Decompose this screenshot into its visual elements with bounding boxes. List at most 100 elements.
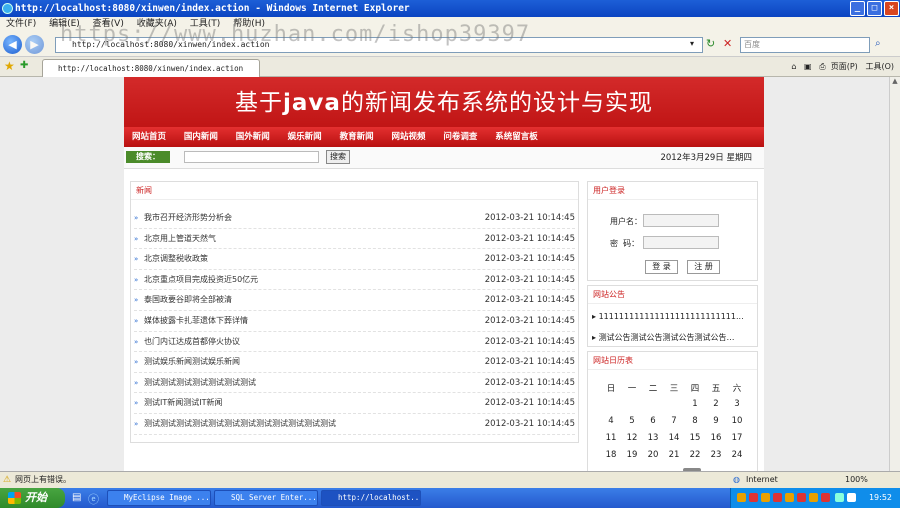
task-sqlserver[interactable]: SQL Server Enter...	[214, 490, 318, 506]
news-row[interactable]: » 我市召开经济形势分析会 2012-03-21 10:14:45	[134, 208, 575, 229]
news-title[interactable]: 北京调整税收政策	[144, 249, 208, 269]
calendar-day[interactable]: 6	[642, 416, 664, 426]
nav-video[interactable]: 网站视频	[391, 127, 425, 147]
calendar-day[interactable]: 23	[705, 450, 727, 460]
calendar-day[interactable]: 7	[663, 416, 685, 426]
menu-help[interactable]: 帮助(H)	[233, 19, 265, 29]
tools-menu[interactable]: 工具(O)	[865, 62, 894, 71]
minimize-button[interactable]: _	[850, 1, 865, 16]
nav-foreign[interactable]: 国外新闻	[236, 127, 270, 147]
site-search-button[interactable]: 搜索	[326, 150, 350, 164]
news-title[interactable]: 测试测试测试测试测试测试测试测试测试测试测试测试	[144, 414, 336, 434]
news-title[interactable]: 也门内讧达成首都停火协议	[144, 332, 240, 352]
calendar-day[interactable]: 22	[684, 450, 706, 460]
login-button[interactable]: 登 录	[645, 260, 678, 274]
tray-icon[interactable]	[785, 493, 794, 502]
news-title[interactable]: 测试娱乐新闻测试娱乐新闻	[144, 352, 240, 372]
home-icon[interactable]: ⌂	[791, 62, 796, 71]
calendar-day[interactable]: 13	[642, 433, 664, 443]
task-myeclipse[interactable]: MyEclipse Image ...	[107, 490, 211, 506]
calendar-day[interactable]: 16	[705, 433, 727, 443]
menu-edit[interactable]: 编辑(E)	[49, 19, 80, 29]
news-title[interactable]: 我市召开经济形势分析会	[144, 208, 232, 228]
favorites-star-icon[interactable]: ★	[4, 59, 15, 73]
news-title[interactable]: 媒体披露卡扎菲遗体下葬详情	[144, 311, 248, 331]
news-title[interactable]: 北京用上管道天然气	[144, 229, 216, 249]
status-text[interactable]: 网页上有错误。	[15, 472, 71, 488]
back-icon[interactable]: ◀	[3, 35, 22, 54]
notice-item[interactable]: ▸ 测试公告测试公告测试公告测试公告…	[592, 332, 752, 343]
quicklaunch-desktop-icon[interactable]: ▤	[72, 492, 81, 503]
calendar-day[interactable]: 24	[726, 450, 748, 460]
stop-icon[interactable]: ✕	[723, 37, 732, 50]
page-menu[interactable]: 页面(P)	[831, 62, 858, 71]
calendar-day[interactable]: 3	[726, 399, 748, 409]
calendar-day[interactable]: 21	[663, 450, 685, 460]
tray-icon[interactable]	[821, 493, 830, 502]
tray-icon[interactable]	[761, 493, 770, 502]
task-ie[interactable]: http://localhost...	[321, 490, 421, 506]
news-title[interactable]: 测试测试测试测试测试测试测试	[144, 373, 256, 393]
news-row[interactable]: » 也门内讧达成首都停火协议 2012-03-21 10:14:45	[134, 332, 575, 353]
maximize-button[interactable]: □	[867, 1, 882, 16]
tray-icon[interactable]	[809, 493, 818, 502]
feeds-icon[interactable]: ▣	[804, 62, 812, 71]
news-row[interactable]: » 北京重点项目完成投资近50亿元 2012-03-21 10:14:45	[134, 270, 575, 291]
news-row[interactable]: » 泰国政要谷即将全部被清 2012-03-21 10:14:45	[134, 290, 575, 311]
news-row[interactable]: » 测试测试测试测试测试测试测试 2012-03-21 10:14:45	[134, 373, 575, 394]
tray-icon[interactable]	[737, 493, 746, 502]
news-row[interactable]: » 测试IT新闻测试IT新闻 2012-03-21 10:14:45	[134, 393, 575, 414]
volume-icon[interactable]	[847, 493, 856, 502]
add-favorite-icon[interactable]: ✚	[20, 60, 28, 71]
network-icon[interactable]	[835, 493, 844, 502]
nav-survey[interactable]: 问卷调查	[443, 127, 477, 147]
calendar-day[interactable]: 11	[600, 433, 622, 443]
news-row[interactable]: » 北京用上管道天然气 2012-03-21 10:14:45	[134, 229, 575, 250]
news-row[interactable]: » 媒体披露卡扎菲遗体下葬详情 2012-03-21 10:14:45	[134, 311, 575, 332]
dropdown-icon[interactable]: ▾	[690, 39, 694, 48]
nav-education[interactable]: 教育新闻	[340, 127, 374, 147]
zoom-level[interactable]: 100%	[845, 472, 868, 488]
calendar-day[interactable]: 4	[600, 416, 622, 426]
register-button[interactable]: 注 册	[687, 260, 720, 274]
refresh-icon[interactable]: ↻	[706, 37, 715, 50]
calendar-day[interactable]: 17	[726, 433, 748, 443]
site-search-input[interactable]	[184, 151, 319, 163]
calendar-day[interactable]: 2	[705, 399, 727, 409]
password-field[interactable]	[643, 236, 719, 249]
news-row[interactable]: » 测试娱乐新闻测试娱乐新闻 2012-03-21 10:14:45	[134, 352, 575, 373]
calendar-day[interactable]: 10	[726, 416, 748, 426]
menu-file[interactable]: 文件(F)	[6, 19, 36, 29]
username-field[interactable]	[643, 214, 719, 227]
calendar-day[interactable]: 5	[621, 416, 643, 426]
calendar-day[interactable]: 20	[642, 450, 664, 460]
news-title[interactable]: 泰国政要谷即将全部被清	[144, 290, 232, 310]
menu-favorites[interactable]: 收藏夹(A)	[137, 19, 177, 29]
calendar-day[interactable]: 19	[621, 450, 643, 460]
search-input[interactable]: 百度	[740, 37, 870, 53]
calendar-day[interactable]: 1	[684, 399, 706, 409]
search-icon[interactable]: ⌕	[875, 38, 881, 49]
forward-icon[interactable]: ▶	[25, 35, 44, 54]
calendar-day[interactable]: 8	[684, 416, 706, 426]
nav-guestbook[interactable]: 系统留言板	[495, 127, 538, 147]
quicklaunch-ie-icon[interactable]: ⓔ	[88, 491, 99, 507]
tray-icon[interactable]	[749, 493, 758, 502]
news-title[interactable]: 北京重点项目完成投资近50亿元	[144, 270, 258, 290]
news-title[interactable]: 测试IT新闻测试IT新闻	[144, 393, 223, 413]
notice-item[interactable]: ▸ 111111111111111111111111111...	[592, 312, 752, 321]
calendar-day[interactable]: 12	[621, 433, 643, 443]
tray-icon[interactable]	[773, 493, 782, 502]
news-row[interactable]: » 北京调整税收政策 2012-03-21 10:14:45	[134, 249, 575, 270]
tab-current[interactable]: http://localhost:8080/xinwen/index.actio…	[42, 59, 260, 77]
menu-view[interactable]: 查看(V)	[93, 19, 124, 29]
calendar-day[interactable]: 9	[705, 416, 727, 426]
menu-tools[interactable]: 工具(T)	[190, 19, 221, 29]
print-icon[interactable]: ⎙	[819, 62, 825, 71]
vertical-scrollbar[interactable]: ▲	[889, 77, 900, 471]
news-row[interactable]: » 测试测试测试测试测试测试测试测试测试测试测试测试 2012-03-21 10:1…	[134, 414, 575, 435]
calendar-day[interactable]: 14	[663, 433, 685, 443]
nav-entertainment[interactable]: 娱乐新闻	[288, 127, 322, 147]
calendar-day[interactable]: 15	[684, 433, 706, 443]
address-input[interactable]: http://localhost:8080/xinwen/index.actio…	[55, 37, 703, 53]
